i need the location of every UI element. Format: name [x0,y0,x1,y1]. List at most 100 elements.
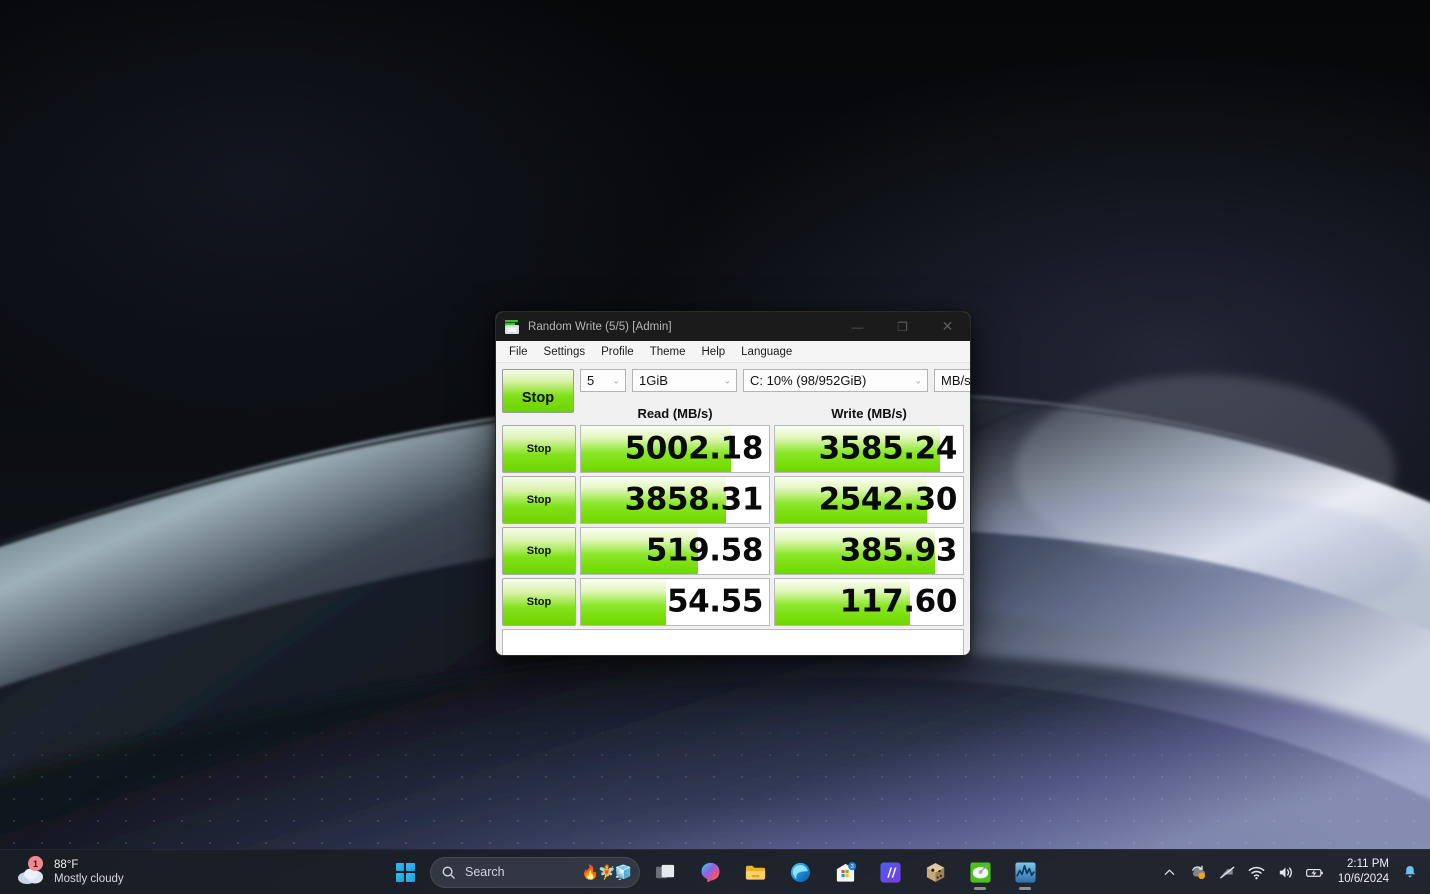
windows-logo-icon [395,862,415,882]
table-row: Stop 5002.18 3585.24 [502,425,964,473]
write-value-4: 117.60 [839,583,958,620]
battery-icon[interactable] [1305,861,1325,883]
write-value-2: 2542.30 [818,481,958,518]
affinity-icon [879,861,901,883]
copilot-icon [700,862,720,882]
test-size-value: 1GiB [639,373,668,388]
chevron-up-icon [1165,869,1175,875]
taskbar-app-3d-viewer[interactable] [915,852,955,892]
results-table: Stop 5002.18 3585.24 Stop 3858.31 2542.3… [502,425,964,626]
cloud-icon: 1 [16,856,46,886]
minimize-button[interactable]: — [835,312,880,341]
edge-icon [790,862,810,882]
taskbar-app-microsoft-store[interactable]: 3 [825,852,865,892]
search-emoji-decoration: 🔥🧚🧊 [581,863,632,880]
row-stop-button-1[interactable]: Stop [502,425,576,473]
read-bar-fill-4 [581,579,666,625]
onedrive-sync-icon[interactable] [1189,861,1209,883]
bell-icon [1405,865,1415,878]
chevron-down-icon: ⌄ [723,375,731,385]
write-result-cell-1[interactable]: 3585.24 [774,425,964,473]
read-value-2: 3858.31 [624,481,764,518]
crystaldiskmark-taskbar-icon [969,861,991,883]
window-title: Random Write (5/5) [Admin] [528,320,672,333]
search-icon [442,866,455,879]
read-value-1: 5002.18 [624,430,764,467]
table-row: Stop 3858.31 2542.30 [502,476,964,524]
store-badge-count: 3 [850,863,853,869]
write-value-3: 385.93 [839,532,958,569]
row-stop-button-3[interactable]: Stop [502,527,576,575]
3d-cube-icon [926,862,944,882]
menu-item-settings[interactable]: Settings [536,344,594,360]
chevron-down-icon: ⌄ [914,375,922,385]
table-row: Stop 54.55 117.60 [502,578,964,626]
test-size-dropdown[interactable]: 1GiB ⌄ [632,369,737,392]
row-stop-button-2[interactable]: Stop [502,476,576,524]
read-result-cell-1[interactable]: 5002.18 [580,425,770,473]
clock[interactable]: 2:11 PM 10/6/2024 [1338,857,1389,887]
all-stop-button-label: Stop [521,390,555,406]
row-stop-label: Stop [526,545,552,557]
close-button[interactable]: ✕ [925,312,970,341]
taskbar-app-performance-monitor[interactable] [1005,852,1045,892]
table-row: Stop 519.58 385.93 [502,527,964,575]
search-input[interactable]: Search 🔥🧚🧊 [430,856,640,888]
write-value-1: 3585.24 [818,430,958,467]
read-value-4: 54.55 [666,583,763,620]
taskbar-app-copilot[interactable] [690,852,730,892]
menu-item-profile[interactable]: Profile [593,344,642,360]
menu-item-language[interactable]: Language [733,344,800,360]
all-stop-button[interactable]: Stop [502,369,574,413]
drive-value: C: 10% (98/952GiB) [750,373,867,388]
start-button[interactable] [385,852,425,892]
folder-icon [745,865,765,880]
unit-dropdown[interactable]: MB/s ⌄ [934,369,971,392]
window-body: Stop 5 ⌄ 1GiB ⌄ C: 10% (98/952GiB) ⌄ MB/… [496,363,970,655]
read-result-cell-2[interactable]: 3858.31 [580,476,770,524]
search-placeholder: Search [465,865,505,879]
no-entry-icon[interactable] [1218,861,1238,883]
wifi-icon[interactable] [1247,861,1267,883]
row-stop-button-4[interactable]: Stop [502,578,576,626]
menu-bar[interactable]: File Settings Profile Theme Help Languag… [496,341,970,363]
taskbar-center-group: Search 🔥🧚🧊 3 [385,852,1045,892]
menu-item-file[interactable]: File [501,344,536,360]
running-indicator [974,887,986,890]
maximize-button[interactable]: ❐ [880,312,925,341]
clock-date: 10/6/2024 [1337,873,1389,885]
unit-value: MB/s [941,373,971,388]
wallpaper-dot-texture [0,700,1430,870]
write-result-cell-3[interactable]: 385.93 [774,527,964,575]
weather-temperature: 88°F [54,858,79,871]
desktop: Random Write (5/5) [Admin] — ❐ ✕ File Se… [0,0,1430,894]
read-result-cell-4[interactable]: 54.55 [580,578,770,626]
taskbar-app-file-explorer[interactable] [735,852,775,892]
notification-badge: 1 [28,856,43,871]
write-result-cell-4[interactable]: 117.60 [774,578,964,626]
window-titlebar[interactable]: Random Write (5/5) [Admin] — ❐ ✕ [496,312,970,341]
weather-widget[interactable]: 1 88°F Mostly cloudy [16,856,246,887]
tray-overflow-button[interactable] [1160,861,1180,883]
store-icon: 3 [836,861,856,882]
clock-time: 2:11 PM [1347,858,1389,871]
test-count-dropdown[interactable]: 5 ⌄ [580,369,626,392]
write-result-cell-2[interactable]: 2542.30 [774,476,964,524]
drive-dropdown[interactable]: C: 10% (98/952GiB) ⌄ [743,369,928,392]
crystaldiskmark-window[interactable]: Random Write (5/5) [Admin] — ❐ ✕ File Se… [495,311,971,656]
read-result-cell-3[interactable]: 519.58 [580,527,770,575]
notification-bell-button[interactable] [1400,861,1420,883]
weather-condition: Mostly cloudy [54,873,124,885]
taskbar-app-task-view[interactable] [645,852,685,892]
volume-icon[interactable] [1276,861,1296,883]
taskbar-app-affinity[interactable] [870,852,910,892]
menu-item-help[interactable]: Help [694,344,734,360]
chevron-down-icon: ⌄ [612,375,620,385]
read-value-3: 519.58 [645,532,764,569]
taskbar-app-microsoft-edge[interactable] [780,852,820,892]
test-count-value: 5 [587,373,595,388]
taskbar: 1 88°F Mostly cloudy Search 🔥🧚🧊 3 2:11 P… [0,849,1430,894]
task-view-icon [655,864,674,878]
menu-item-theme[interactable]: Theme [642,344,694,360]
taskbar-app-crystaldiskmark[interactable] [960,852,1000,892]
